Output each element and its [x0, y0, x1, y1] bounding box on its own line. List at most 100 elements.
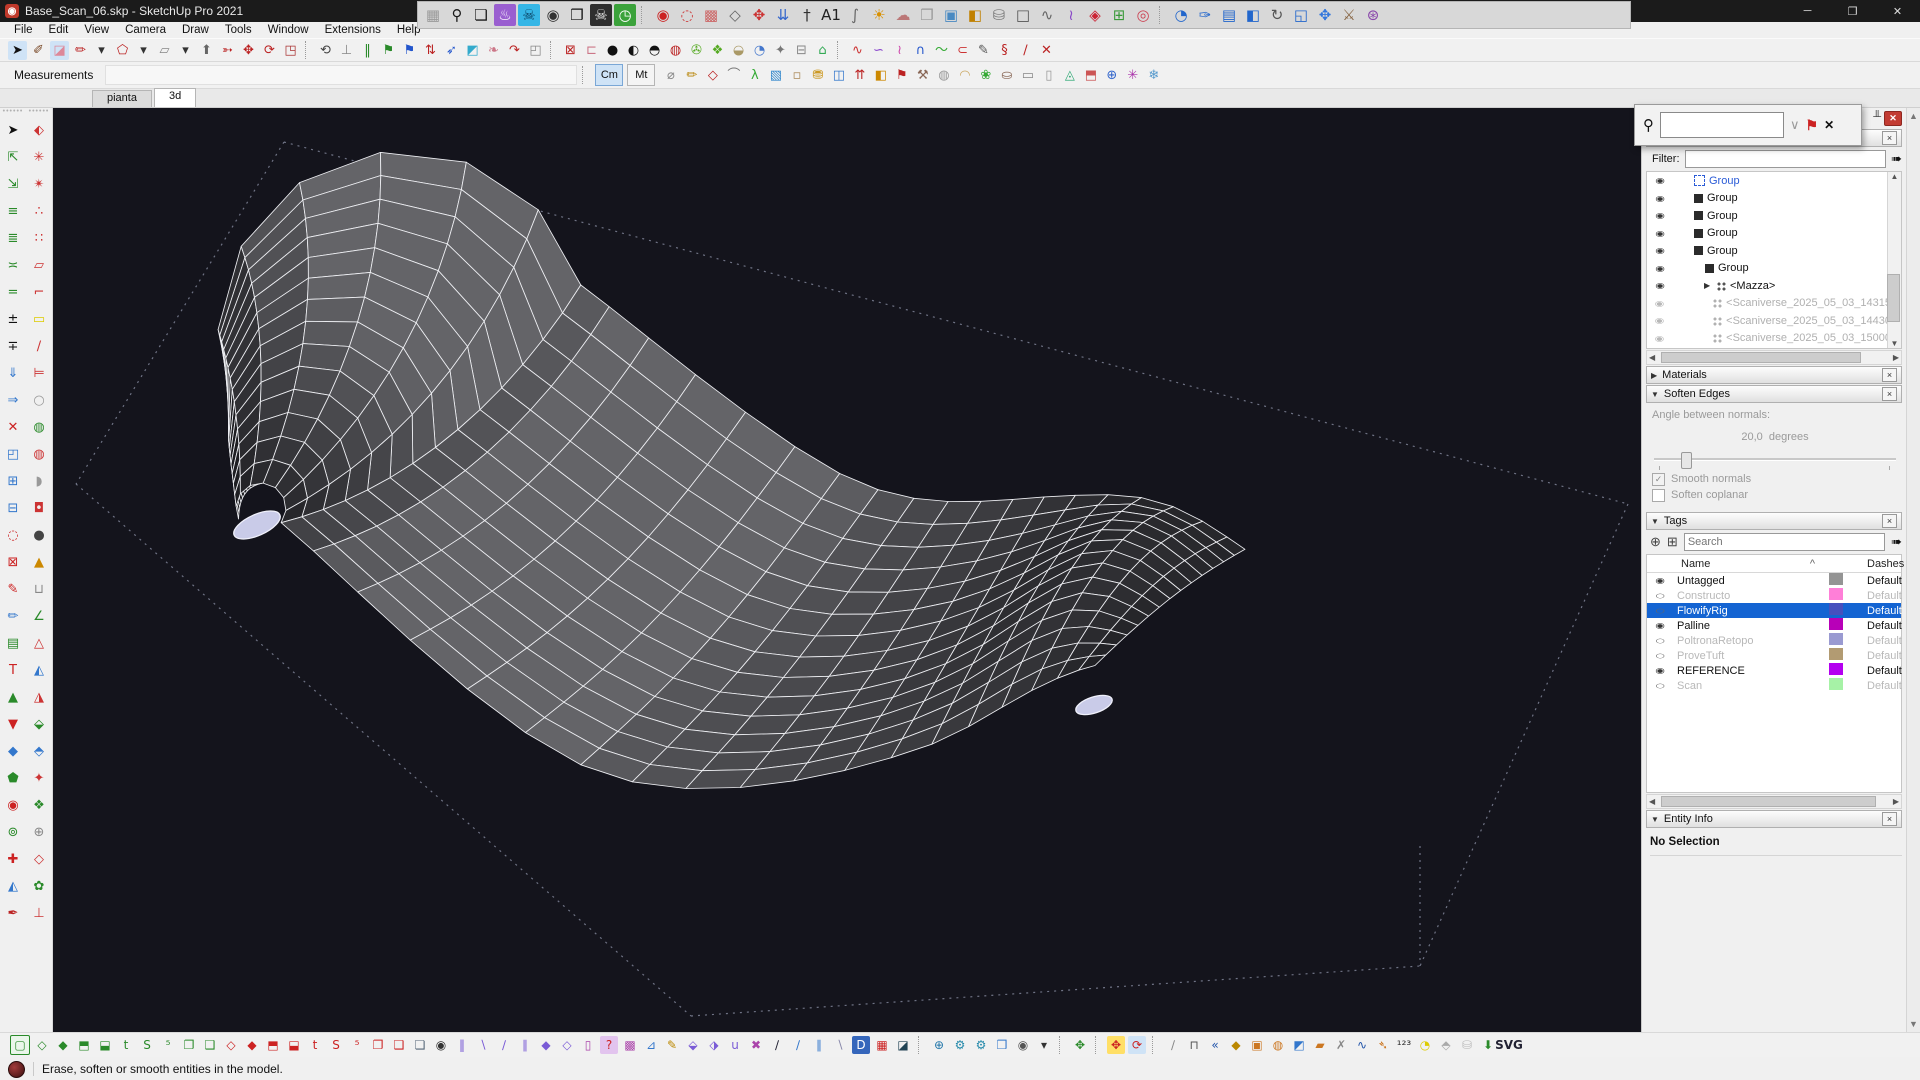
red-t-icon[interactable]: t	[306, 1036, 324, 1054]
uvmove-icon[interactable]: ✥	[1314, 4, 1336, 26]
pin-icon[interactable]: ╨	[1873, 111, 1881, 126]
tag-row-palline[interactable]: ◉PallineDefault	[1647, 618, 1901, 633]
sphere-gray-icon[interactable]: ◍	[934, 66, 953, 85]
outliner-row[interactable]: ◉Group	[1647, 225, 1901, 243]
star-icon[interactable]: ✦	[29, 768, 49, 788]
grid-open-icon[interactable]: ⊟	[3, 498, 23, 518]
tag-row-scan[interactable]: ○ScanDefault	[1647, 678, 1901, 693]
details-arrow-icon[interactable]: ➠	[1891, 151, 1902, 167]
red-cube-icon[interactable]: ⬒	[264, 1036, 282, 1054]
tags-close-icon[interactable]: ×	[1882, 514, 1897, 528]
gear2-icon[interactable]: ⚙	[972, 1036, 990, 1054]
draw-blue-icon[interactable]: ✏	[3, 606, 23, 626]
blue-cube-icon[interactable]: ◫	[829, 66, 848, 85]
outliner-row[interactable]: ◉Group	[1647, 242, 1901, 260]
outliner-row[interactable]: ◉<Scaniverse_2025_05_03_150009.obj	[1647, 330, 1901, 348]
rotated-rect-icon[interactable]: ▱	[155, 41, 174, 60]
unwrap-icon[interactable]: ◧	[1242, 4, 1264, 26]
diag-icon[interactable]: ∕	[29, 336, 49, 356]
annotate-icon[interactable]: ✎	[974, 41, 993, 60]
purple-outline-icon[interactable]: ◇	[558, 1036, 576, 1054]
image-export-icon[interactable]: ▣	[940, 4, 962, 26]
yarn-icon[interactable]: ✇	[687, 41, 706, 60]
materials-header[interactable]: ▶ Materials ×	[1646, 366, 1902, 384]
tag-color-swatch[interactable]	[1829, 663, 1843, 675]
tags-header[interactable]: ▼ Tags ×	[1646, 512, 1902, 530]
x-cube-icon[interactable]: ✖	[747, 1036, 765, 1054]
hatch-icon[interactable]: ▩	[700, 4, 722, 26]
tags-table-header[interactable]: Name ^ Dashes	[1647, 555, 1901, 573]
insert-icon[interactable]: ⇓	[3, 363, 23, 383]
paint-cube-icon[interactable]: ❏	[411, 1036, 429, 1054]
red-s-icon[interactable]: S	[327, 1036, 345, 1054]
green-book2-icon[interactable]: ❑	[201, 1036, 219, 1054]
cubes-gray-icon[interactable]: ⬘	[1437, 1036, 1455, 1054]
axes-move-icon[interactable]: ✥	[748, 4, 770, 26]
outliner-row[interactable]: ◉<Scaniverse_2025_05_03_144304.obj	[1647, 312, 1901, 330]
smooth-normals-row[interactable]: ✓ Smooth normals	[1652, 471, 1898, 487]
outliner-row[interactable]: ◉Group	[1647, 260, 1901, 278]
tags-hscrollbar[interactable]: ◀▶	[1646, 794, 1902, 809]
wedge2-icon[interactable]: ◮	[29, 687, 49, 707]
red-cubes-icon[interactable]: ⬓	[285, 1036, 303, 1054]
purple-frame-icon[interactable]: ▯	[579, 1036, 597, 1054]
menu-extensions[interactable]: Extensions	[317, 24, 389, 36]
shift-icon[interactable]: ⇒	[3, 390, 23, 410]
tags-search-input[interactable]	[1684, 533, 1885, 551]
visible-eye-icon[interactable]: ◉	[1652, 211, 1668, 220]
clamp-icon[interactable]: ⊏	[582, 41, 601, 60]
eraser-tool-icon[interactable]: ◪	[50, 41, 69, 60]
profile-sel-icon[interactable]: ▢	[10, 1035, 30, 1055]
vertex-icon[interactable]: ⬖	[29, 120, 49, 140]
search-icon[interactable]: ⚲	[446, 4, 468, 26]
dim-icon[interactable]: ✏	[682, 66, 701, 85]
cage-icon[interactable]: ⊠	[561, 41, 580, 60]
wave-blue-icon[interactable]: «	[1206, 1036, 1224, 1054]
entity-info-header[interactable]: ▼ Entity Info ×	[1646, 810, 1902, 828]
close-button[interactable]: ✕	[1875, 0, 1920, 22]
hidden-eye-icon[interactable]: ◉	[1652, 299, 1667, 308]
script-icon[interactable]: λ	[745, 66, 764, 85]
arrow-orange-icon[interactable]: ➴	[1374, 1036, 1392, 1054]
chisel-icon[interactable]: ∕	[1164, 1036, 1182, 1054]
hook-icon[interactable]: ⊂	[953, 41, 972, 60]
face-icon[interactable]: ▧	[766, 66, 785, 85]
arch-icon[interactable]: ∩	[911, 41, 930, 60]
scrollbar-thumb[interactable]	[1887, 274, 1900, 322]
tag-row-flowifyrig[interactable]: ○FlowifyRigDefault	[1647, 603, 1901, 618]
hidden-eye-icon[interactable]: ◉	[1652, 316, 1667, 325]
rotate-view-icon[interactable]: ↻	[1266, 4, 1288, 26]
tag-row-untagged[interactable]: ◉UntaggedDefault	[1647, 573, 1901, 588]
ring-icon[interactable]: ◉	[3, 795, 23, 815]
tag-row-constructo[interactable]: ○ConstructoDefault	[1647, 588, 1901, 603]
green-fill-icon[interactable]: ◆	[54, 1036, 72, 1054]
visible-eye-icon[interactable]: ◉	[1652, 194, 1668, 203]
drag-grip[interactable]: ••••••	[29, 108, 50, 120]
hidden-eye-icon[interactable]: ○	[1652, 637, 1668, 644]
add-tag-folder-icon[interactable]: ⊞	[1667, 534, 1678, 550]
green-cubes-icon[interactable]: ⬓	[96, 1036, 114, 1054]
eye-dark-icon[interactable]: ◉	[432, 1036, 450, 1054]
sphere-empty-icon[interactable]: ○	[29, 390, 49, 410]
pad-icon[interactable]: ▫	[787, 66, 806, 85]
red-book2-icon[interactable]: ❑	[390, 1036, 408, 1054]
fold-blue-icon[interactable]: ◩	[1290, 1036, 1308, 1054]
teapot-icon[interactable]: ♨	[494, 4, 516, 26]
menu-file[interactable]: File	[6, 24, 41, 36]
add-tag-icon[interactable]: ⊕	[1650, 534, 1661, 550]
raytrace-eye-icon[interactable]: ◉	[652, 4, 674, 26]
sweep-icon[interactable]: ∫	[844, 4, 866, 26]
expander-icon[interactable]: ▶	[1704, 281, 1712, 290]
subdivide-icon[interactable]: ⊛	[1362, 4, 1384, 26]
refresh-icon[interactable]: ⟲	[316, 41, 335, 60]
help-icon[interactable]: ?	[600, 1036, 618, 1054]
tag-color-swatch[interactable]	[1829, 573, 1843, 585]
tape-icon[interactable]: ⌀	[661, 66, 680, 85]
materials-close-icon[interactable]: ×	[1882, 368, 1897, 382]
layers-icon[interactable]: ❒	[566, 4, 588, 26]
outliner-hscrollbar[interactable]: ◀▶	[1646, 350, 1902, 365]
cube-pin-icon[interactable]: ⬗	[705, 1036, 723, 1054]
draw-red-icon[interactable]: ✎	[3, 579, 23, 599]
menu-window[interactable]: Window	[260, 24, 317, 36]
pin-down-icon[interactable]: ⇊	[772, 4, 794, 26]
